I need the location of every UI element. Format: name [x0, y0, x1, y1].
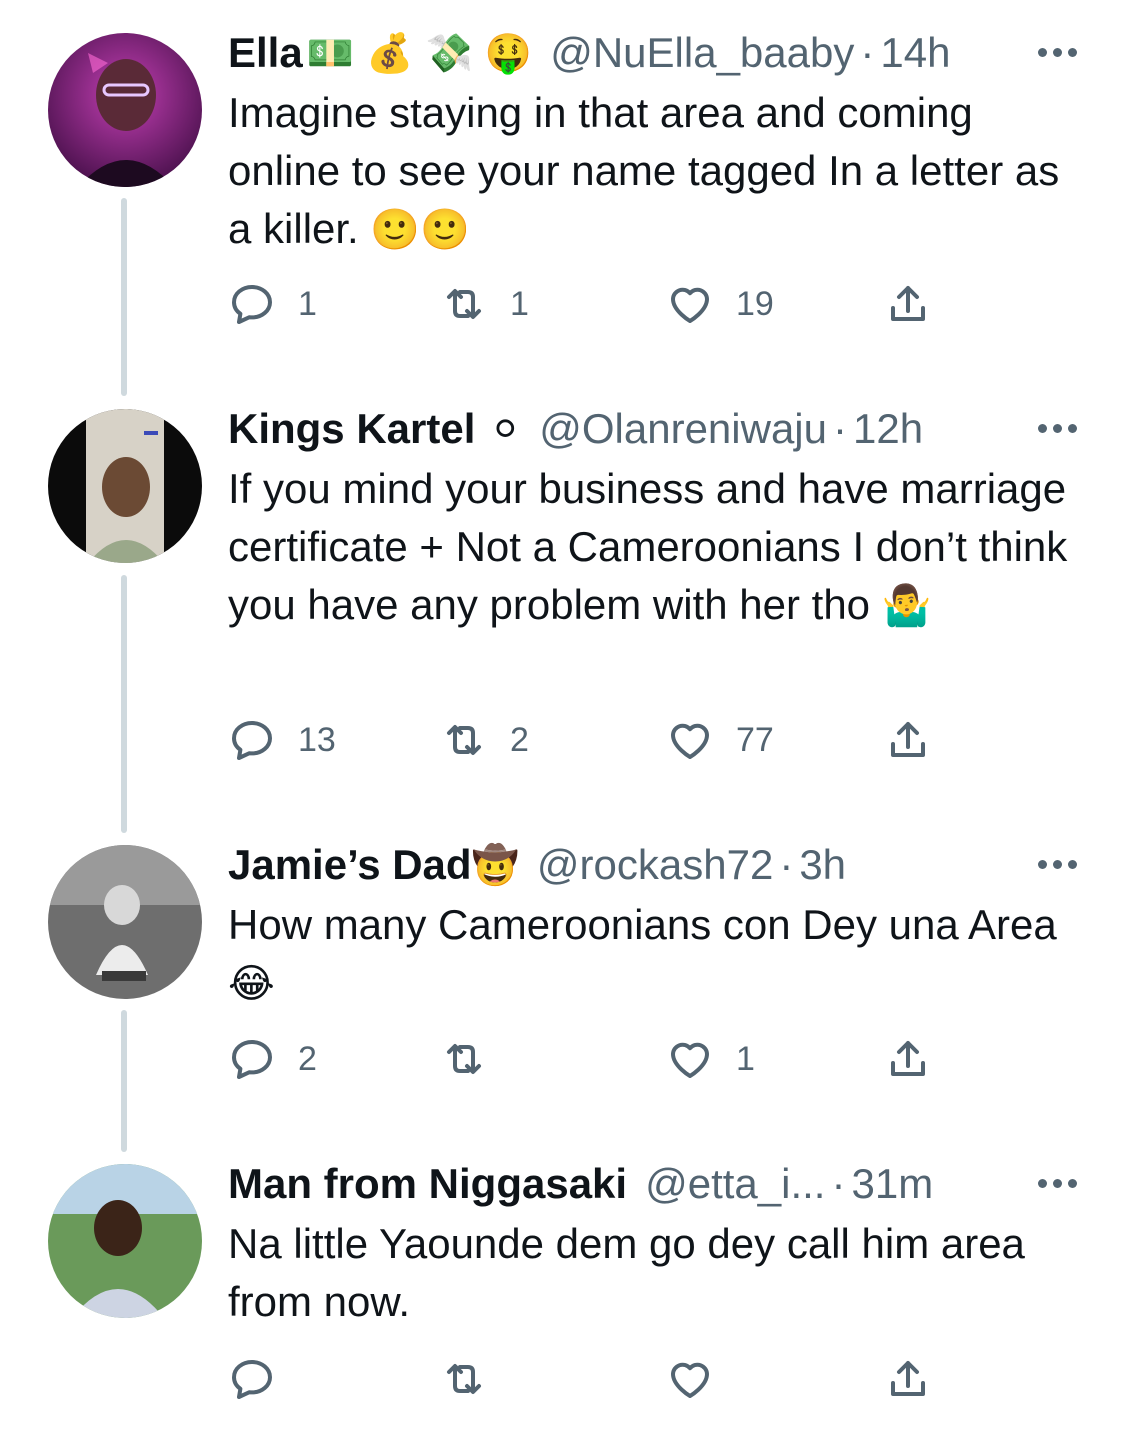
heart-icon — [671, 1362, 709, 1398]
separator-dot: · — [833, 405, 847, 452]
tweet-text-content: Imagine staying in that area and coming … — [228, 89, 1060, 252]
reply-button[interactable] — [228, 1355, 298, 1403]
author-name[interactable]: Man from Niggasaki — [228, 1160, 627, 1208]
retweet-icon — [447, 1364, 481, 1394]
reply-icon — [232, 1040, 272, 1079]
like-button[interactable]: 19 — [666, 280, 774, 328]
share-button[interactable] — [884, 716, 954, 764]
tweet-text: If you mind your business and have marri… — [228, 460, 1088, 635]
tweet-actions: 2 1 — [228, 1035, 948, 1085]
avatar[interactable] — [48, 845, 202, 999]
timestamp[interactable]: 12h — [853, 405, 923, 453]
retweet-count: 2 — [510, 720, 529, 759]
retweet-button[interactable]: 1 — [440, 280, 529, 328]
more-icon[interactable] — [1038, 48, 1077, 57]
author-name[interactable]: Jamie’s Dad — [228, 841, 472, 889]
author-handle[interactable]: @Olanreniwaju — [539, 405, 827, 453]
share-button[interactable] — [884, 280, 954, 328]
like-count: 1 — [736, 1039, 755, 1078]
tweet[interactable]: Ella 💵 💰 💸 🤑 @NuElla_baaby · 14h Imagine… — [0, 0, 1125, 380]
avatar-image — [48, 1164, 202, 1318]
like-count: 19 — [736, 284, 774, 323]
avatar-image — [48, 409, 202, 563]
reply-icon — [232, 285, 272, 324]
author-handle[interactable]: @NuElla_baaby — [550, 29, 854, 77]
heart-icon — [671, 1042, 709, 1078]
name-emoji-badges: 🤠 — [471, 842, 519, 887]
thread-line — [121, 575, 127, 833]
retweet-icon — [447, 289, 481, 319]
separator-dot: · — [831, 1160, 846, 1207]
share-icon — [891, 1041, 925, 1076]
tweet-text-content: Na little Yaounde dem go dey call him ar… — [228, 1220, 1025, 1325]
name-emoji-badges: ⚪ — [489, 407, 522, 451]
more-icon[interactable] — [1038, 1179, 1077, 1188]
author-name[interactable]: Kings Kartel — [228, 405, 475, 453]
more-icon[interactable] — [1038, 424, 1077, 433]
timestamp[interactable]: 3h — [799, 841, 846, 889]
more-icon[interactable] — [1038, 860, 1077, 869]
reply-count: 1 — [298, 284, 317, 323]
tweet-text: Imagine staying in that area and coming … — [228, 84, 1088, 259]
retweet-icon — [447, 725, 481, 755]
avatar[interactable] — [48, 33, 202, 187]
avatar-image — [48, 33, 202, 187]
tweet-text-content: If you mind your business and have marri… — [228, 465, 1068, 628]
retweet-button[interactable] — [440, 1355, 510, 1403]
avatar[interactable] — [48, 1164, 202, 1318]
tweet-text: How many Cameroonians con Dey una Area 😂 — [228, 896, 1088, 1013]
reply-button[interactable]: 13 — [228, 716, 336, 764]
reply-button[interactable]: 2 — [228, 1035, 317, 1083]
share-icon — [891, 722, 925, 757]
heart-icon — [671, 287, 709, 323]
retweet-icon — [447, 1044, 481, 1074]
tweet-actions — [228, 1355, 948, 1405]
reply-button[interactable]: 1 — [228, 280, 317, 328]
share-button[interactable] — [884, 1035, 954, 1083]
author-name[interactable]: Ella — [228, 29, 303, 77]
avatar-image — [48, 845, 202, 999]
avatar[interactable] — [48, 409, 202, 563]
share-icon — [891, 1361, 925, 1396]
timestamp[interactable]: 14h — [880, 29, 950, 77]
author-handle[interactable]: @rockash72 — [537, 841, 773, 889]
tweet-actions: 13 2 77 — [228, 716, 948, 766]
separator-dot: · — [860, 29, 875, 76]
retweet-count: 1 — [510, 284, 529, 323]
tweet-text: Na little Yaounde dem go dey call him ar… — [228, 1215, 1088, 1331]
heart-icon — [671, 723, 709, 759]
thread-line — [121, 1010, 127, 1152]
retweet-button[interactable] — [440, 1035, 510, 1083]
reply-icon — [232, 1360, 272, 1399]
tweet-text-content: How many Cameroonians con Dey una Area — [228, 901, 1057, 948]
tweet-text-emoji: 🤷‍♂️ — [881, 583, 932, 629]
tweet-text-emoji: 😂 — [228, 961, 275, 1007]
name-emoji-badges: 💵 💰 💸 🤑 — [306, 30, 533, 75]
tweet-text-emoji: 🙂🙂 — [370, 207, 470, 253]
separator-dot: · — [779, 841, 794, 888]
like-button[interactable]: 77 — [666, 716, 774, 764]
timestamp[interactable]: 31m — [851, 1160, 933, 1208]
tweet-actions: 1 1 19 — [228, 280, 948, 330]
share-button[interactable] — [884, 1355, 954, 1403]
reply-icon — [232, 721, 272, 760]
reply-count: 2 — [298, 1039, 317, 1078]
author-handle[interactable]: @etta_i... — [645, 1160, 825, 1208]
retweet-button[interactable]: 2 — [440, 716, 529, 764]
like-button[interactable]: 1 — [666, 1035, 755, 1083]
like-count: 77 — [736, 720, 774, 759]
share-icon — [891, 286, 925, 321]
like-button[interactable] — [666, 1355, 736, 1403]
reply-count: 13 — [298, 720, 336, 759]
